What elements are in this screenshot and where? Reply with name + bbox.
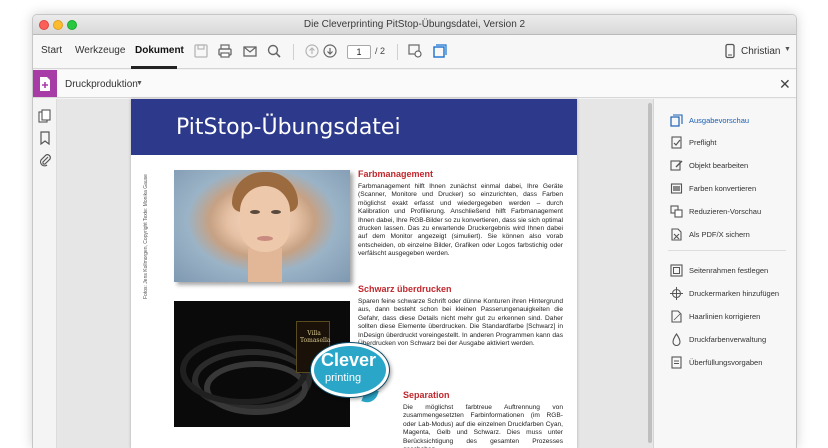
print-icon[interactable] <box>217 43 233 59</box>
pdf-page: PitStop-Übungsdatei Villa Tomasella Foto… <box>131 99 577 448</box>
page-number-input[interactable]: 1 <box>347 45 371 59</box>
tool-als-pdfx-sichern[interactable]: Als PDF/X sichern <box>654 225 796 245</box>
preflight-icon <box>670 136 683 149</box>
output-preview-icon <box>670 114 683 127</box>
trap-presets-icon <box>670 356 683 369</box>
edit-object-icon <box>670 159 683 172</box>
flattener-preview-icon <box>670 205 683 218</box>
title-bar: Die Cleverprinting PitStop-Übungsdatei, … <box>33 15 796 35</box>
bookmark-icon[interactable] <box>38 131 52 146</box>
tool-reduzieren-vorschau[interactable]: Reduzieren-Vorschau <box>654 202 796 222</box>
page-banner: PitStop-Übungsdatei <box>131 99 577 155</box>
close-icon[interactable]: ✕ <box>779 76 791 93</box>
section-text: Farbmanagement hilft Ihnen zunächst einm… <box>358 183 563 258</box>
attachment-icon[interactable] <box>38 153 52 167</box>
tool-seitenrahmen-festlegen[interactable]: Seitenrahmen festlegen <box>654 261 796 281</box>
mobile-icon[interactable] <box>722 43 738 59</box>
scrollbar-thumb[interactable] <box>648 103 652 443</box>
tool-ueberfuellungsvorgaben[interactable]: Überfüllungsvorgaben <box>654 353 796 373</box>
printer-marks-icon <box>670 287 683 300</box>
photo-credit: Fotos: Jens Kollmorgen, Copyright Texte:… <box>143 174 149 299</box>
print-production-panel: Ausgabevorschau Preflight Objekt bearbei… <box>653 99 796 448</box>
section-heading: Farbmanagement <box>358 169 434 179</box>
pitstop-tool-icon[interactable] <box>431 43 447 59</box>
cleverprinting-logo: Clever printing <box>307 339 393 411</box>
tool-haarlinien-korrigieren[interactable]: Haarlinien korrigieren <box>654 307 796 327</box>
tool-druckfarbenverwaltung[interactable]: Druckfarbenverwaltung <box>654 330 796 350</box>
logo-text-top: Clever <box>321 350 377 370</box>
tab-dokument[interactable]: Dokument <box>135 45 184 56</box>
section-heading: Separation <box>403 390 450 400</box>
convert-colors-icon <box>670 182 683 195</box>
search-icon[interactable] <box>266 43 282 59</box>
tool-ausgabevorschau[interactable]: Ausgabevorschau <box>654 111 796 131</box>
page-boxes-icon <box>670 264 683 277</box>
navigation-rail <box>33 99 57 448</box>
vertical-scrollbar[interactable] <box>647 103 652 443</box>
panel-divider <box>668 250 786 251</box>
tool-panel-title[interactable]: Druckproduktion <box>65 79 138 90</box>
print-production-tool-icon <box>33 70 57 97</box>
page-down-icon[interactable] <box>322 43 338 59</box>
toolbar-divider <box>397 44 398 60</box>
logo-text-bottom: printing <box>325 372 362 384</box>
section-heading: Schwarz überdrucken <box>358 284 452 294</box>
save-icon[interactable] <box>193 43 209 59</box>
page-total: / 2 <box>375 46 386 56</box>
chevron-down-icon[interactable]: ▼ <box>784 46 791 53</box>
chevron-down-icon[interactable]: ▼ <box>136 80 143 87</box>
select-tool-icon[interactable] <box>407 43 423 59</box>
document-viewport[interactable]: PitStop-Übungsdatei Villa Tomasella Foto… <box>57 99 653 448</box>
page-title: PitStop-Übungsdatei <box>176 115 401 140</box>
tab-start[interactable]: Start <box>41 45 62 56</box>
page-up-icon[interactable] <box>304 43 320 59</box>
page-thumbnails-icon[interactable] <box>38 109 52 123</box>
save-pdfx-icon <box>670 228 683 241</box>
toolbar-divider <box>293 44 294 60</box>
window-title: Die Cleverprinting PitStop-Übungsdatei, … <box>303 19 526 30</box>
user-name[interactable]: Christian <box>741 46 780 57</box>
tab-werkzeuge[interactable]: Werkzeuge <box>75 45 125 56</box>
tool-panel-header: Druckproduktion ▼ ✕ <box>33 70 796 98</box>
main-toolbar: Start Werkzeuge Dokument 1 / 2 Christian… <box>33 35 796 69</box>
fix-hairlines-icon <box>670 310 683 323</box>
portrait-photo <box>174 170 350 282</box>
ink-manager-icon <box>670 333 683 347</box>
app-window: Die Cleverprinting PitStop-Übungsdatei, … <box>32 14 797 448</box>
tool-farben-konvertieren[interactable]: Farben konvertieren <box>654 179 796 199</box>
mail-icon[interactable] <box>242 43 258 59</box>
section-text: Die möglichst farbtreue Auftrennung von … <box>403 404 563 448</box>
active-tab-indicator <box>131 66 177 69</box>
tool-druckermarken-hinzufuegen[interactable]: Druckermarken hinzufügen <box>654 284 796 304</box>
tool-preflight[interactable]: Preflight <box>654 133 796 153</box>
tool-objekt-bearbeiten[interactable]: Objekt bearbeiten <box>654 156 796 176</box>
